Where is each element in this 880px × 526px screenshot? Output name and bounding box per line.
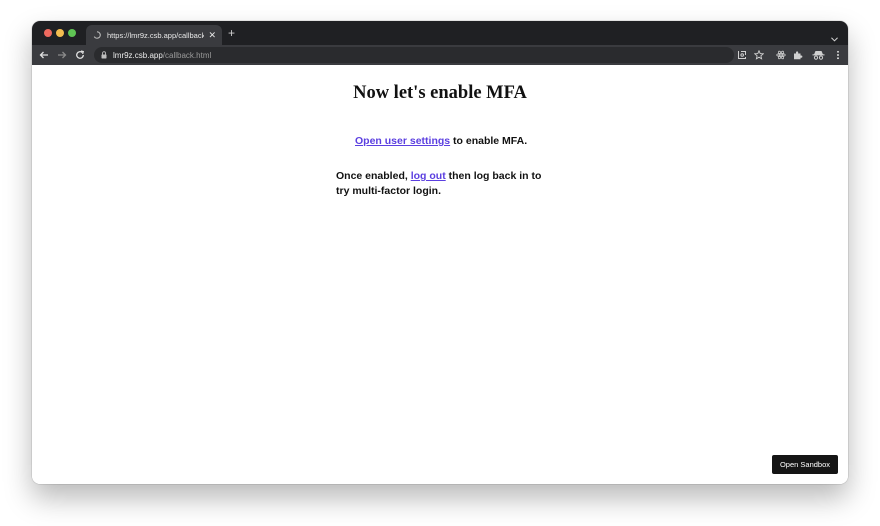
bookmark-star-icon[interactable]: [753, 49, 765, 61]
reload-icon[interactable]: [74, 49, 86, 61]
tab-strip: https://lmr9z.csb.app/callback ✕ +: [32, 21, 848, 45]
google-lens-icon[interactable]: [736, 49, 748, 61]
page-title: Now let's enable MFA: [353, 83, 527, 103]
browser-window: https://lmr9z.csb.app/callback ✕ + lmr9z…: [32, 21, 848, 484]
loading-icon: [92, 30, 102, 40]
maximize-window-button[interactable]: [68, 29, 76, 37]
more-options-icon[interactable]: [832, 49, 844, 61]
close-window-button[interactable]: [44, 29, 52, 37]
url-path: /callback.html: [162, 50, 212, 60]
settings-paragraph: Open user settings to enable MFA.: [355, 135, 527, 147]
open-sandbox-button[interactable]: Open Sandbox: [772, 455, 838, 474]
page-content: Now let's enable MFA Open user settings …: [32, 65, 848, 484]
logout-paragraph: Once enabled, log out then log back in t…: [336, 169, 546, 199]
settings-paragraph-text: to enable MFA.: [450, 135, 528, 147]
minimize-window-button[interactable]: [56, 29, 64, 37]
browser-toolbar: lmr9z.csb.app/callback.html: [32, 45, 848, 65]
browser-tab[interactable]: https://lmr9z.csb.app/callback ✕: [86, 25, 222, 45]
address-bar[interactable]: lmr9z.csb.app/callback.html: [94, 47, 734, 63]
back-arrow-icon[interactable]: [38, 49, 50, 61]
open-user-settings-link[interactable]: Open user settings: [355, 135, 450, 147]
incognito-profile-icon[interactable]: [811, 49, 825, 61]
extensions-puzzle-icon[interactable]: [792, 49, 804, 61]
tab-title: https://lmr9z.csb.app/callback: [106, 30, 205, 40]
url-host: lmr9z.csb.app: [113, 50, 163, 60]
logout-paragraph-prefix: Once enabled,: [336, 170, 411, 182]
react-devtools-icon[interactable]: [775, 49, 787, 61]
new-tab-icon[interactable]: +: [228, 27, 235, 39]
log-out-link[interactable]: log out: [411, 170, 446, 182]
tab-close-icon[interactable]: ✕: [208, 30, 216, 40]
lock-icon[interactable]: [101, 46, 107, 64]
forward-arrow-icon[interactable]: [56, 49, 68, 61]
